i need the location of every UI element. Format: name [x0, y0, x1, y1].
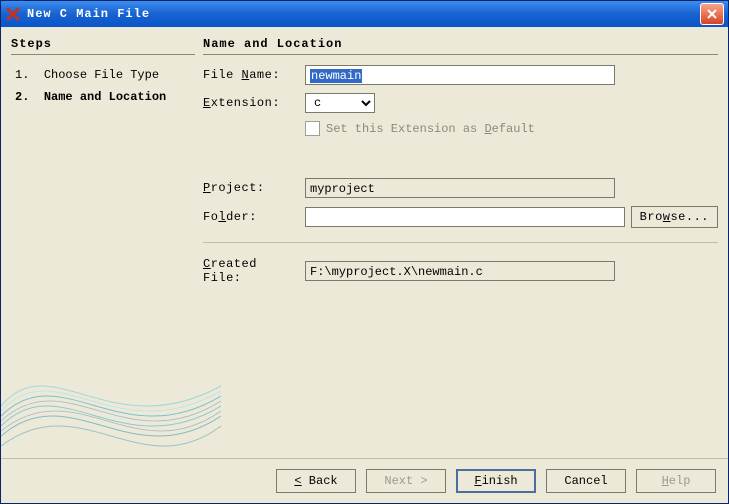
form-heading: Name and Location: [203, 37, 718, 55]
created-file-row: Created File: F:\myproject.X\newmain.c: [203, 257, 718, 285]
folder-input[interactable]: [305, 207, 625, 227]
created-file-field: F:\myproject.X\newmain.c: [305, 261, 615, 281]
browse-button[interactable]: Browse...: [631, 206, 718, 228]
steps-panel: Steps 1. Choose File Type 2. Name and Lo…: [11, 37, 195, 456]
created-file-label: Created File:: [203, 257, 299, 285]
folder-label: Folder:: [203, 210, 299, 224]
form-panel: Name and Location File Name: newmain Ext…: [203, 37, 718, 456]
extension-row: Extension: c: [203, 93, 718, 113]
step-item-1: 1. Choose File Type: [15, 65, 195, 87]
extension-label: Extension:: [203, 96, 299, 110]
titlebar[interactable]: New C Main File: [1, 1, 728, 27]
extension-select[interactable]: c: [305, 93, 375, 113]
project-label: Project:: [203, 181, 299, 195]
app-icon: [5, 6, 21, 22]
dialog-footer: < Back Next > Finish Cancel Help: [1, 458, 728, 503]
file-name-label: File Name:: [203, 68, 299, 82]
project-row: Project: myproject: [203, 178, 718, 198]
decorative-waves: [1, 316, 221, 456]
finish-button[interactable]: Finish: [456, 469, 536, 493]
divider: [203, 242, 718, 243]
project-field: myproject: [305, 178, 615, 198]
step-list: 1. Choose File Type 2. Name and Location: [11, 65, 195, 108]
help-button[interactable]: Help: [636, 469, 716, 493]
close-button[interactable]: [700, 3, 724, 25]
folder-row: Folder: Browse...: [203, 206, 718, 228]
back-button[interactable]: < Back: [276, 469, 356, 493]
window-title: New C Main File: [27, 7, 700, 21]
dialog-body: Steps 1. Choose File Type 2. Name and Lo…: [1, 27, 728, 458]
set-default-checkbox[interactable]: [305, 121, 320, 136]
set-default-label: Set this Extension as Default: [326, 122, 535, 136]
cancel-button[interactable]: Cancel: [546, 469, 626, 493]
file-name-row: File Name: newmain: [203, 65, 718, 85]
next-button: Next >: [366, 469, 446, 493]
file-name-input[interactable]: newmain: [305, 65, 615, 85]
steps-heading: Steps: [11, 37, 195, 55]
step-item-2: 2. Name and Location: [15, 87, 195, 109]
set-default-row: Set this Extension as Default: [305, 121, 718, 136]
dialog-window: New C Main File Steps 1. Choose File Typ…: [0, 0, 729, 504]
